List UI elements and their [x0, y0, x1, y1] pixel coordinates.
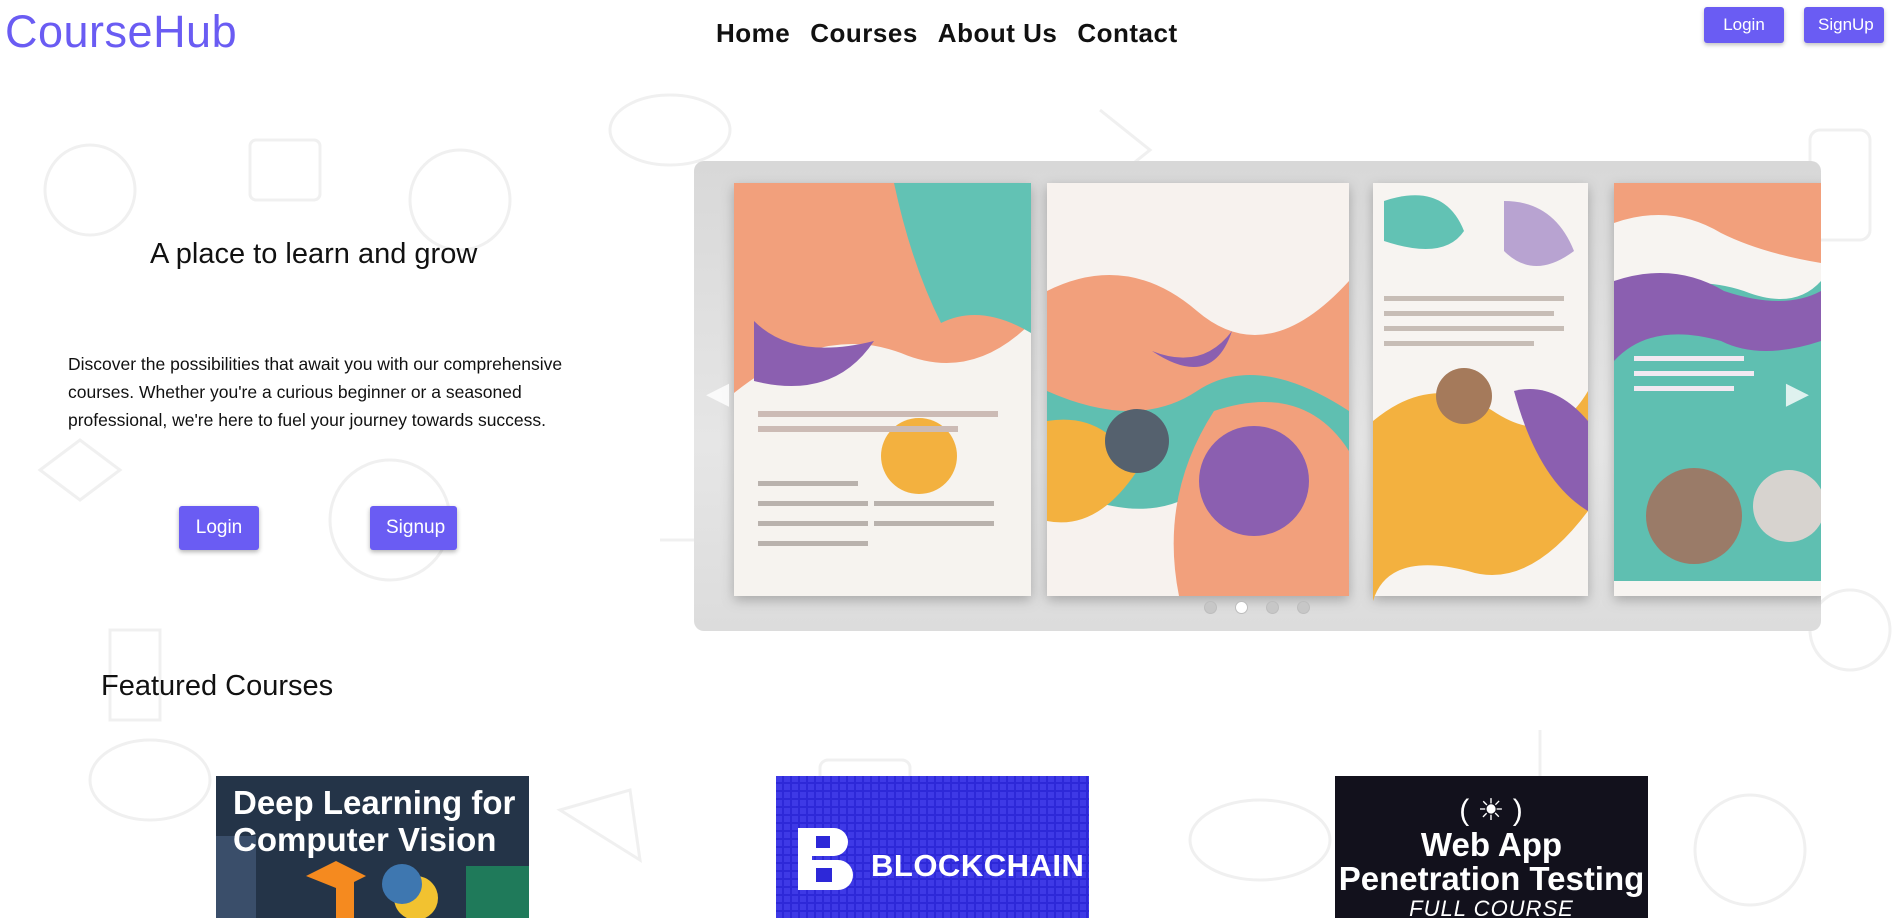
course-thumbnail	[776, 776, 1089, 918]
carousel-dot[interactable]	[1266, 601, 1279, 614]
course-card-web-app-pentest[interactable]: ( ☀ ) Web App Penetration Testing FULL C…	[1335, 776, 1648, 918]
nav-signup-button[interactable]: SignUp	[1804, 7, 1884, 43]
carousel-prev-icon[interactable]: ◀	[706, 376, 729, 411]
carousel-dot[interactable]	[1297, 601, 1310, 614]
hero-login-button[interactable]: Login	[179, 506, 259, 550]
carousel-slide-image	[734, 183, 1821, 601]
carousel-dot-active[interactable]	[1235, 601, 1248, 614]
nav-link-about-us[interactable]: About Us	[938, 18, 1058, 49]
brand-logo[interactable]: CourseHub	[5, 6, 237, 58]
course-title: BLOCKCHAIN	[871, 848, 1085, 883]
navbar: CourseHub Home Courses About Us Contact …	[0, 0, 1900, 70]
hero-title: A place to learn and grow	[150, 238, 478, 270]
course-card-deep-learning[interactable]: Deep Learning for Computer Vision	[216, 776, 529, 918]
carousel-dot[interactable]	[1204, 601, 1217, 614]
course-card-blockchain[interactable]: BLOCKCHAIN	[776, 776, 1089, 918]
nav-link-contact[interactable]: Contact	[1077, 18, 1177, 49]
course-title: Web App Penetration Testing	[1338, 826, 1645, 897]
carousel-indicators	[1204, 601, 1310, 614]
course-title: Deep Learning for Computer Vision	[233, 784, 516, 858]
course-subtitle: FULL COURSE	[1409, 896, 1574, 918]
carousel-next-icon[interactable]: ▶	[1786, 376, 1809, 411]
hero-signup-button[interactable]: Signup	[370, 506, 457, 550]
featured-courses-title: Featured Courses	[101, 670, 334, 702]
hero-description: Discover the possibilities that await yo…	[68, 354, 563, 430]
image-carousel[interactable]: ◀ ▶	[694, 161, 1821, 631]
nav-link-home[interactable]: Home	[716, 18, 790, 49]
nav-link-courses[interactable]: Courses	[810, 18, 918, 49]
nav-login-button[interactable]: Login	[1704, 7, 1784, 43]
nav-links: Home Courses About Us Contact	[716, 18, 1178, 49]
fcc-flame-icon: ( ☀ )	[1459, 794, 1523, 827]
